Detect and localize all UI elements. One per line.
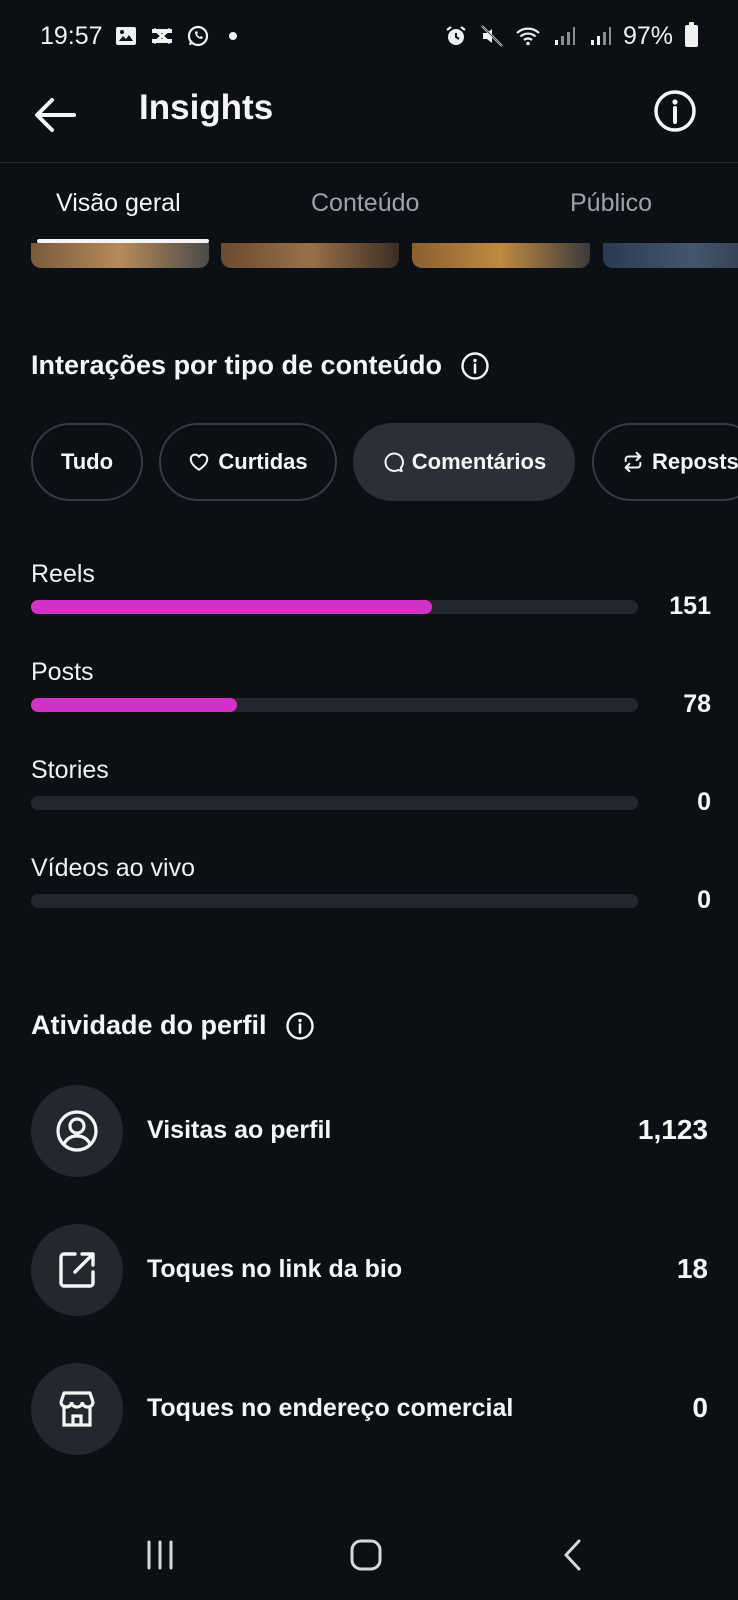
activity-value: 0 <box>692 1392 708 1423</box>
signal-icon <box>587 23 613 49</box>
alarm-icon <box>443 23 469 49</box>
system-nav-bar <box>0 1505 738 1600</box>
bar-value: 78 <box>683 690 711 718</box>
wifi-icon <box>515 23 541 49</box>
external-link-icon <box>31 1224 123 1316</box>
interaction-bar-posts: Posts 78 <box>31 658 711 728</box>
bar-value: 151 <box>669 592 711 620</box>
page-title: Insights <box>139 88 274 127</box>
storefront-icon <box>31 1363 123 1455</box>
content-thumbnail-strip <box>0 243 738 268</box>
filter-chips: Tudo Curtidas Comentários Reposts <box>31 423 738 501</box>
mute-icon <box>479 23 505 49</box>
status-bar: 19:57 97% <box>0 0 738 72</box>
profile-activity-title-text: Atividade do perfil <box>31 1010 267 1040</box>
notification-dot <box>228 32 237 40</box>
chip-label: Comentários <box>411 449 547 474</box>
heart-icon <box>190 453 209 471</box>
filter-chip-tudo[interactable]: Tudo <box>31 423 143 501</box>
signal-icon <box>551 23 577 49</box>
bar-label: Posts <box>31 658 94 686</box>
home-icon[interactable] <box>346 1535 386 1575</box>
activity-row-bio-link-taps[interactable]: Toques no link da bio 18 <box>31 1224 708 1316</box>
chip-label: Reposts <box>652 449 738 474</box>
info-icon <box>654 90 696 132</box>
profile-icon <box>31 1085 123 1177</box>
bar-fill <box>31 698 238 712</box>
bar-track <box>31 698 638 712</box>
bar-fill <box>31 600 432 614</box>
activity-row-business-address-taps[interactable]: Toques no endereço comercial 0 <box>31 1363 708 1455</box>
interaction-bar-stories: Stories 0 <box>31 756 711 826</box>
bar-label: Reels <box>31 560 95 588</box>
interactions-section-title: Interações por tipo de conteúdo <box>31 350 490 381</box>
filter-chip-reposts[interactable]: Reposts <box>592 423 738 501</box>
tab-visao-geral[interactable]: Visão geral <box>56 189 181 218</box>
content-thumbnail[interactable] <box>412 243 590 268</box>
activity-label: Visitas ao perfil <box>147 1116 332 1144</box>
filter-chip-curtidas[interactable]: Curtidas <box>159 423 337 501</box>
content-thumbnail[interactable] <box>31 243 209 268</box>
chip-label: Tudo <box>60 449 114 474</box>
info-button[interactable] <box>650 86 700 136</box>
battery-icon <box>685 22 698 47</box>
chip-label: Curtidas <box>218 449 308 474</box>
tab-bar: Visão geral Conteúdo Público <box>0 163 738 243</box>
bar-track <box>31 894 638 908</box>
content-thumbnail[interactable] <box>603 243 738 268</box>
battery-percent: 97% <box>622 21 673 50</box>
repost-icon <box>624 451 642 473</box>
info-icon[interactable] <box>285 1011 315 1041</box>
bar-value: 0 <box>697 886 711 914</box>
status-time: 19:57 <box>40 21 103 50</box>
bar-label: Vídeos ao vivo <box>31 854 195 882</box>
whatsapp-icon <box>185 23 211 49</box>
header: Insights <box>0 72 738 162</box>
interactions-title-text: Interações por tipo de conteúdo <box>31 350 443 380</box>
status-left: 19:57 <box>40 22 237 51</box>
bar-label: Stories <box>31 756 109 784</box>
filter-chip-comentarios[interactable]: Comentários <box>353 423 575 501</box>
info-icon[interactable] <box>460 351 490 381</box>
activity-label: Toques no endereço comercial <box>147 1394 514 1422</box>
gallery-icon <box>113 23 139 49</box>
arrow-left-icon <box>35 98 76 132</box>
comment-icon <box>384 452 404 473</box>
bar-track <box>31 796 638 810</box>
tab-publico[interactable]: Público <box>570 189 652 218</box>
profile-activity-section-title: Atividade do perfil <box>31 1010 315 1041</box>
bar-track <box>31 600 638 614</box>
status-right: 97% <box>443 22 698 51</box>
back-button[interactable] <box>30 90 80 140</box>
interaction-bar-live-videos: Vídeos ao vivo 0 <box>31 854 711 924</box>
activity-row-profile-visits[interactable]: Visitas ao perfil 1,123 <box>31 1085 708 1177</box>
activity-label: Toques no link da bio <box>147 1255 403 1283</box>
recents-icon[interactable] <box>140 1535 180 1575</box>
bar-value: 0 <box>697 788 711 816</box>
tab-conteudo[interactable]: Conteúdo <box>311 189 419 218</box>
back-icon[interactable] <box>554 1535 594 1575</box>
capcut-icon <box>149 23 175 49</box>
interaction-bar-reels: Reels 151 <box>31 560 711 630</box>
activity-value: 1,123 <box>637 1114 708 1145</box>
activity-value: 18 <box>676 1253 708 1284</box>
content-thumbnail[interactable] <box>221 243 399 268</box>
